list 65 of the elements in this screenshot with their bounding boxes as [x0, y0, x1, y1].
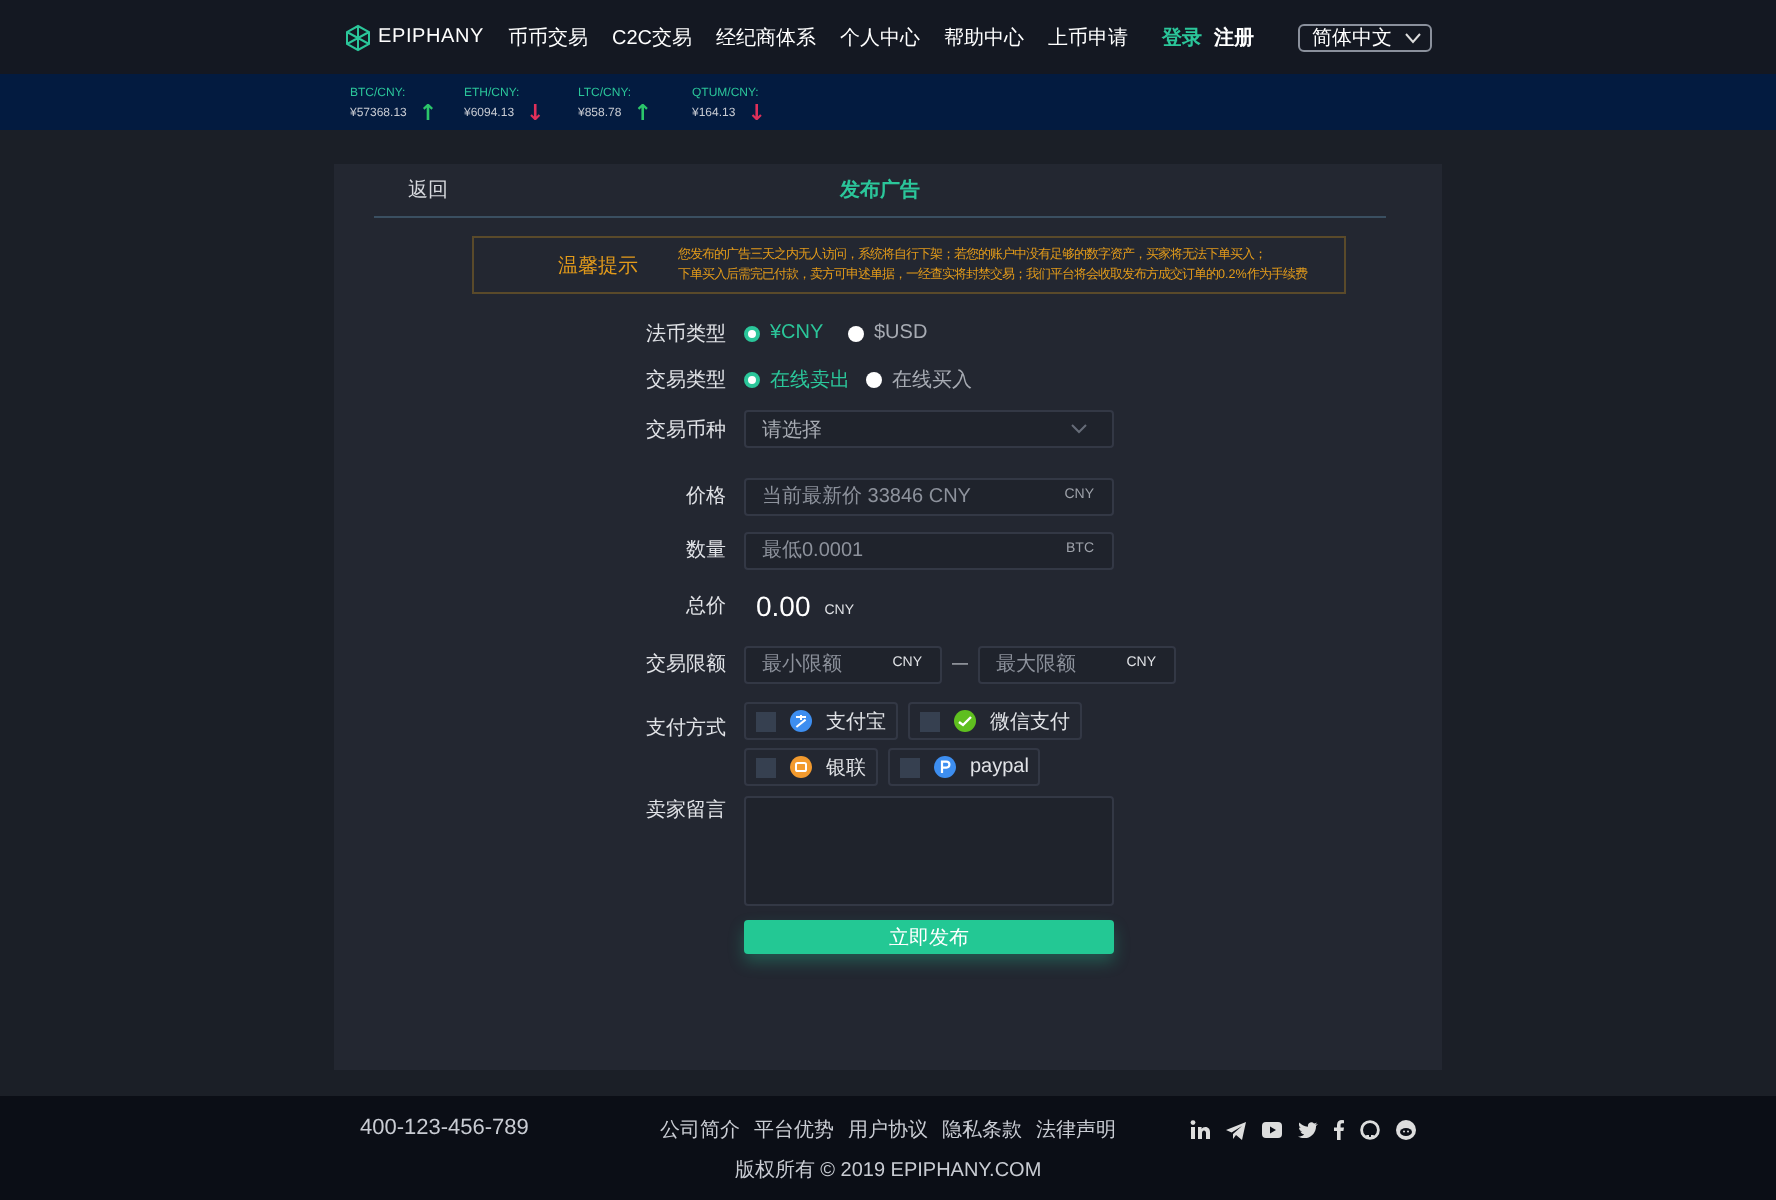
nav-link[interactable]: 上币申请 [1048, 23, 1128, 51]
field-label: 交易限额 [644, 651, 728, 677]
nav-link[interactable]: 经纪商体系 [716, 23, 816, 51]
p-badge-icon [934, 756, 956, 778]
phone-number: 400-123-456-789 [360, 1116, 531, 1140]
checkbox[interactable] [920, 711, 940, 731]
in-letters-icon[interactable] [1190, 1120, 1210, 1140]
field-label: 支付方式 [644, 715, 728, 742]
nav-link[interactable]: 帮助中心 [944, 23, 1024, 51]
coin-select[interactable]: 请选择 [744, 410, 1114, 448]
checkbox[interactable] [756, 757, 776, 777]
bird-icon[interactable] [1298, 1122, 1318, 1138]
register-link[interactable]: 注册 [1214, 23, 1254, 51]
radio-button[interactable] [848, 325, 864, 341]
field-label: 交易币种 [644, 417, 728, 443]
footer-link[interactable]: 法律声明 [1036, 1116, 1116, 1144]
payment-option[interactable]: 微信支付 [908, 702, 1082, 740]
paper-plane-icon[interactable] [1226, 1121, 1246, 1139]
footer-link[interactable]: 平台优势 [754, 1116, 834, 1144]
nav-link[interactable]: 个人中心 [840, 23, 920, 51]
logo-text[interactable]: EPIPHANY [378, 26, 484, 48]
radio-option[interactable]: 在线卖出 [744, 365, 850, 393]
field-label: 总价 [684, 593, 728, 620]
radio-option[interactable]: ¥CNY [744, 322, 832, 344]
hexagon-logo-icon [344, 23, 372, 51]
nav-link[interactable]: 币币交易 [507, 23, 588, 51]
footer-link[interactable]: 用户协议 [848, 1116, 928, 1144]
alien-face-icon[interactable] [1396, 1120, 1416, 1140]
square-badge-icon [790, 756, 812, 778]
circle-badge-icon [790, 710, 812, 732]
field-label: 交易类型 [644, 367, 728, 393]
checkbox[interactable] [900, 757, 920, 777]
radio-button[interactable] [866, 371, 882, 387]
notice-label: 温馨提示 [556, 253, 638, 279]
f-letter-icon[interactable] [1334, 1120, 1344, 1140]
back-link[interactable]: 返回 [408, 176, 448, 204]
trend-arrow: ↓ [747, 104, 766, 122]
copyright-text: 版权所有 © 2019 EPIPHANY.COM [734, 1157, 1042, 1184]
payment-option[interactable]: 支付宝 [744, 702, 898, 740]
page-title: 发布广告 [840, 176, 920, 204]
chevron-down-icon [1070, 424, 1088, 434]
range-dash: — [952, 654, 968, 672]
trend-arrow: ↓ [526, 104, 545, 122]
field-label: 法币类型 [644, 321, 728, 347]
radio-button[interactable] [744, 325, 760, 341]
trend-arrow: ↑ [633, 104, 652, 122]
field-label: 价格 [684, 483, 728, 509]
message-field[interactable] [744, 796, 1114, 906]
language-select[interactable]: 简体中文 [1298, 23, 1432, 51]
login-link[interactable]: 登录 [1162, 23, 1202, 51]
field-label: 卖家留言 [644, 797, 728, 824]
play-button-icon[interactable] [1262, 1122, 1282, 1138]
radio-button[interactable] [744, 371, 760, 387]
payment-option[interactable]: paypal [888, 748, 1041, 786]
footer-link[interactable]: 隐私条款 [942, 1116, 1022, 1144]
checkbox[interactable] [756, 711, 776, 731]
footer-link[interactable]: 公司简介 [660, 1116, 740, 1144]
radio-option[interactable]: 在线买入 [866, 365, 972, 393]
trend-arrow: ↑ [418, 104, 438, 122]
radio-option[interactable]: $USD [848, 322, 936, 344]
nav-link[interactable]: C2C交易 [611, 23, 692, 51]
field-label: 数量 [684, 537, 728, 563]
payment-option[interactable]: 银联 [744, 748, 878, 786]
total-value: 0.00 [756, 590, 811, 622]
chevron-down-icon [1404, 31, 1422, 43]
